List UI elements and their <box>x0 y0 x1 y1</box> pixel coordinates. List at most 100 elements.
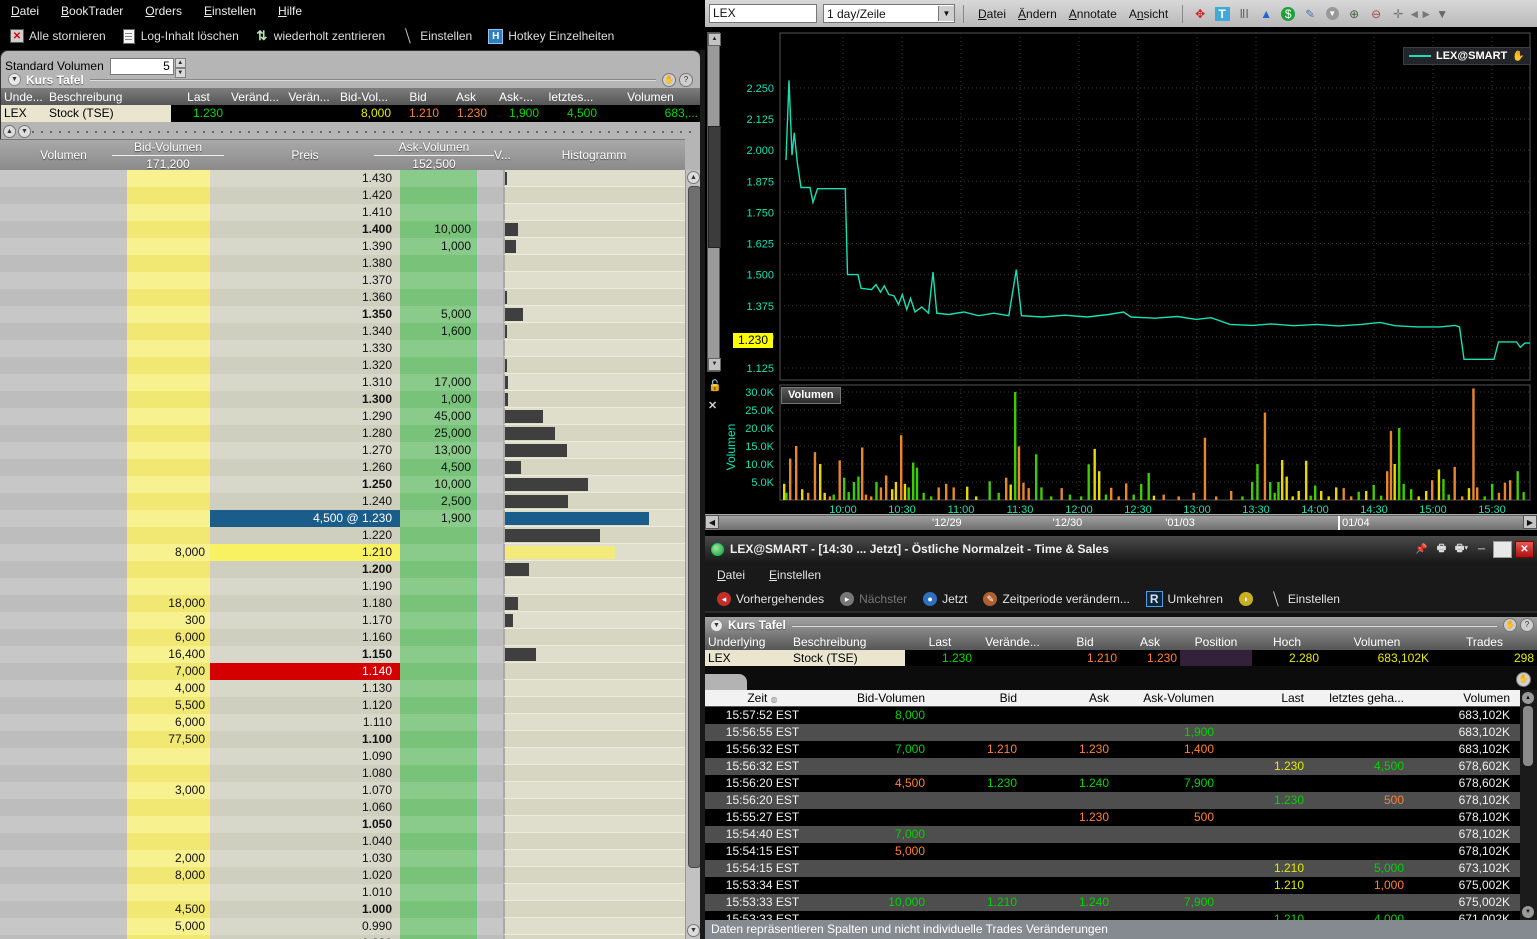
ladder-bid-cell[interactable] <box>127 340 210 357</box>
ladder-price-cell[interactable]: 0.980 <box>210 935 400 939</box>
tns-quote-header-5[interactable]: Ask <box>1120 635 1180 649</box>
ladder-bid-cell[interactable] <box>127 306 210 323</box>
ladder-ask-cell[interactable]: 1,000 <box>400 391 477 408</box>
ladder-volumen-cell[interactable] <box>0 272 127 289</box>
ladder-price-cell[interactable]: 1.010 <box>210 884 400 901</box>
ladder-volumen-cell[interactable] <box>0 255 127 272</box>
ladder-volumen-cell[interactable] <box>0 306 127 323</box>
ladder-volumen-cell[interactable] <box>0 629 127 646</box>
circle-down-icon[interactable]: ▼ <box>1323 5 1341 23</box>
ladder-ask-cell[interactable] <box>400 799 477 816</box>
pin-icon[interactable]: 📌 <box>1413 542 1430 557</box>
ladder-bid-cell[interactable]: 3,000 <box>127 782 210 799</box>
ladder-bid-cell[interactable] <box>127 187 210 204</box>
ladder-price-cell[interactable]: 1.210 <box>210 544 400 561</box>
ladder-price-cell[interactable]: 1.410 <box>210 204 400 221</box>
ladder-ask-cell[interactable]: 13,000 <box>400 442 477 459</box>
ladder-v-cell[interactable] <box>477 714 503 731</box>
ladder-bid-cell[interactable]: 8,000 <box>127 544 210 561</box>
ladder-ask-cell[interactable] <box>400 765 477 782</box>
menu-item-datei[interactable]: Datei <box>0 4 50 18</box>
tns-titlebar[interactable]: LEX@SMART - [14:30 ... Jetzt] - Östliche… <box>705 536 1537 562</box>
ladder-price-cell[interactable]: 1.220 <box>210 527 400 544</box>
tns-row-7[interactable]: 15:54:40 EST7,000678,102K <box>705 826 1520 843</box>
ladder-scrollbar[interactable]: ▲ ▼ <box>685 170 700 939</box>
ladder-ask-cell[interactable] <box>400 544 477 561</box>
help-icon[interactable]: ? <box>1520 618 1534 632</box>
tns-quote-header-3[interactable]: Verände... <box>975 635 1050 649</box>
ladder-ask-cell[interactable] <box>400 782 477 799</box>
ladder-bid-cell[interactable] <box>127 323 210 340</box>
ladder-price-cell[interactable]: 1.020 <box>210 867 400 884</box>
ladder-price-cell[interactable]: 1.290 <box>210 408 400 425</box>
ladder-bid-cell[interactable] <box>127 374 210 391</box>
ladder-volumen-cell[interactable] <box>0 935 127 939</box>
ladder-ask-cell[interactable] <box>400 833 477 850</box>
ladder-price-cell[interactable]: 1.000 <box>210 901 400 918</box>
ladder-v-cell[interactable] <box>477 238 503 255</box>
chart-vertical-scrollbar[interactable]: ▲ ▼ <box>707 32 720 372</box>
ladder-bid-cell[interactable] <box>127 170 210 187</box>
tns-col-header-1[interactable]: Bid-Volumen <box>830 690 935 706</box>
ladder-col-ask-volumen[interactable]: Ask-Volumen <box>374 140 494 156</box>
ladder-ask-cell[interactable] <box>400 629 477 646</box>
ladder-price-cell[interactable]: 1.030 <box>210 850 400 867</box>
ladder-price-cell[interactable]: 1.170 <box>210 612 400 629</box>
ladder-v-cell[interactable] <box>477 340 503 357</box>
tns-row-12[interactable]: 15:53:33 EST1.2104,000671,002K <box>705 911 1520 920</box>
collapse-icon[interactable]: ▼ <box>710 619 723 632</box>
ladder-bid-cell[interactable] <box>127 935 210 939</box>
ladder-bid-cell[interactable] <box>127 221 210 238</box>
tns-quote-header-9[interactable]: Trades <box>1432 635 1537 649</box>
ladder-v-cell[interactable] <box>477 544 503 561</box>
tns-tool-change-period[interactable]: ✎Zeitperiode verändern... <box>977 590 1135 608</box>
ladder-price-cell[interactable]: 1.130 <box>210 680 400 697</box>
ladder-v-cell[interactable] <box>477 935 503 939</box>
text-icon[interactable]: T <box>1213 5 1231 23</box>
ladder-volumen-cell[interactable] <box>0 493 127 510</box>
ladder-v-cell[interactable] <box>477 374 503 391</box>
tns-row-10[interactable]: 15:53:34 EST1.2101,000675,002K <box>705 877 1520 894</box>
tns-tool-previous[interactable]: ◂Vorhergehendes <box>711 590 830 608</box>
ladder-volumen-cell[interactable] <box>0 221 127 238</box>
ladder-volumen-cell[interactable] <box>0 323 127 340</box>
ladder-bid-cell[interactable] <box>127 204 210 221</box>
ladder-bid-cell[interactable] <box>127 833 210 850</box>
ladder-price-cell[interactable]: 1.260 <box>210 459 400 476</box>
ladder-volumen-cell[interactable] <box>0 289 127 306</box>
ladder-price-cell[interactable]: 1.050 <box>210 816 400 833</box>
ladder-bid-cell[interactable]: 4,500 <box>127 901 210 918</box>
ladder-ask-cell[interactable]: 10,000 <box>400 476 477 493</box>
ladder-ask-cell[interactable] <box>400 170 477 187</box>
ladder-col-volumen[interactable]: Volumen <box>0 148 127 162</box>
tns-row-3[interactable]: 15:56:32 EST1.2304,500678,602K <box>705 758 1520 775</box>
scroll-up-icon[interactable]: ▲ <box>708 33 721 46</box>
collapse-icon[interactable]: ▼ <box>1433 5 1451 23</box>
symbol-input[interactable]: LEX <box>709 4 817 23</box>
ladder-v-cell[interactable] <box>477 221 503 238</box>
ladder-v-cell[interactable] <box>477 663 503 680</box>
ladder-price-cell[interactable]: 1.080 <box>210 765 400 782</box>
ladder-price-cell[interactable]: 1.390 <box>210 238 400 255</box>
ladder-ask-cell[interactable] <box>400 646 477 663</box>
toolbar-button-cancel-all[interactable]: ✕Alle stornieren <box>4 27 112 45</box>
zoom-out-icon[interactable]: ⊖ <box>1367 5 1385 23</box>
ladder-bid-cell[interactable] <box>127 391 210 408</box>
ladder-ask-cell[interactable] <box>400 187 477 204</box>
ladder-volumen-cell[interactable] <box>0 901 127 918</box>
ladder-ask-cell[interactable] <box>400 527 477 544</box>
tns-quote-data-row[interactable]: LEXStock (TSE)1.2301.2101.2302.280683,10… <box>705 650 1537 667</box>
ladder-v-cell[interactable] <box>477 918 503 935</box>
ladder-v-cell[interactable] <box>477 408 503 425</box>
ladder-v-cell[interactable] <box>477 850 503 867</box>
ladder-price-cell[interactable]: 1.280 <box>210 425 400 442</box>
scrollbar-up-icon[interactable]: ▲ <box>687 171 700 184</box>
scrollbar-down-icon[interactable]: ▼ <box>687 924 700 937</box>
ladder-bid-cell[interactable] <box>127 476 210 493</box>
ladder-v-cell[interactable] <box>477 867 503 884</box>
ladder-ask-cell[interactable]: 1,900 <box>400 510 477 527</box>
ladder-price-cell[interactable]: 1.340 <box>210 323 400 340</box>
quote-header-9[interactable]: letztes... <box>542 90 600 104</box>
ladder-v-cell[interactable] <box>477 731 503 748</box>
hand-icon[interactable]: ✋ <box>662 73 676 87</box>
